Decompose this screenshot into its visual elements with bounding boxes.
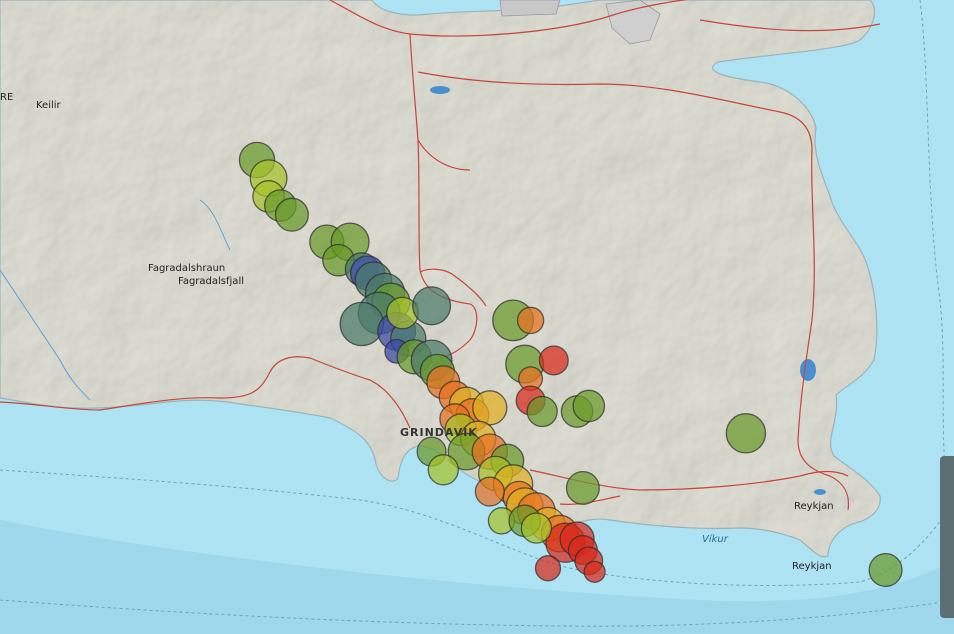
earthquake-marker-37[interactable] <box>474 476 505 507</box>
map-canvas[interactable] <box>0 0 954 634</box>
earthquake-marker-63[interactable] <box>725 413 767 454</box>
lake <box>430 86 450 94</box>
urban-area <box>499 0 561 17</box>
place-label-vikur: Víkur <box>702 534 728 545</box>
place-label-reykjan-top: Reykjan <box>794 501 834 512</box>
place-label-re: RE <box>0 92 14 103</box>
earthquake-marker-50[interactable] <box>520 512 553 544</box>
earthquake-marker-61[interactable] <box>572 389 606 423</box>
earthquake-marker-62[interactable] <box>565 470 600 506</box>
earthquake-marker-47[interactable] <box>534 555 562 582</box>
lake <box>814 489 826 495</box>
place-label-fagradalsfjall: Fagradalsfjall <box>178 276 244 287</box>
side-panel-handle[interactable] <box>940 456 954 618</box>
place-label-grindavik: GRINDAVÍK <box>400 426 478 439</box>
place-label-fagradalshraun: Fagradalshraun <box>148 263 226 274</box>
earthquake-marker-57[interactable] <box>538 345 569 376</box>
earthquake-marker-52[interactable] <box>427 454 459 486</box>
place-label-keilir: Keilir <box>36 100 61 111</box>
lake <box>800 359 816 381</box>
place-label-reykjan-bottom: Reykjan <box>792 561 832 572</box>
earthquake-marker-59[interactable] <box>526 395 558 428</box>
earthquake-marker-64[interactable] <box>868 552 903 588</box>
earthquake-marker-18[interactable] <box>412 286 452 326</box>
earthquake-marker-4[interactable] <box>274 197 309 232</box>
earthquake-marker-54[interactable] <box>516 306 545 335</box>
earthquake-marker-28[interactable] <box>472 390 508 426</box>
earthquake-marker-46[interactable] <box>583 560 606 583</box>
earthquake-marker-14[interactable] <box>339 301 385 347</box>
